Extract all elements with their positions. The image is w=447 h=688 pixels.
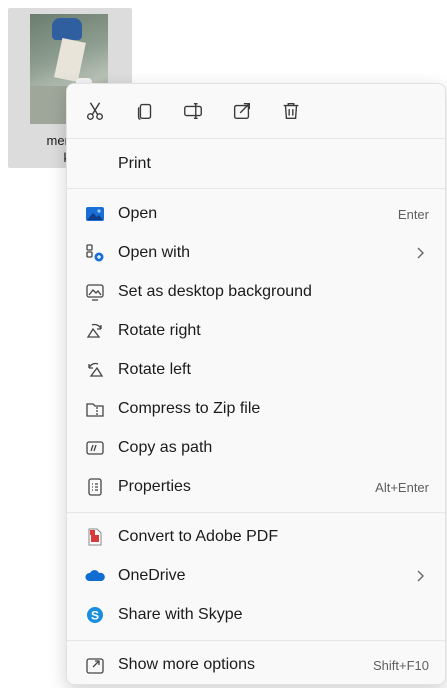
shortcut-text: Shift+F10 (372, 658, 429, 673)
separator (67, 188, 445, 189)
delete-button[interactable] (278, 98, 304, 124)
rename-icon (184, 102, 202, 120)
menu-item-show-more-options[interactable]: Show more options Shift+F10 (73, 647, 439, 683)
rotate-right-icon (85, 321, 105, 341)
menu-item-share-with-skype[interactable]: S Share with Skype (73, 597, 439, 633)
properties-icon (85, 477, 105, 497)
separator (67, 640, 445, 641)
menu-item-copy-as-path[interactable]: Copy as path (73, 430, 439, 466)
menu-item-label: Set as desktop background (118, 283, 312, 300)
menu-item-label: OneDrive (118, 567, 186, 584)
share-icon (233, 102, 251, 120)
menu-item-label: Copy as path (118, 439, 213, 456)
skype-icon: S (85, 605, 105, 625)
share-button[interactable] (229, 98, 255, 124)
menu-item-label: Rotate left (118, 361, 191, 378)
chevron-right-icon (417, 247, 424, 259)
menu-item-convert-adobe-pdf[interactable]: Convert to Adobe PDF (73, 519, 439, 555)
adobe-pdf-icon (85, 527, 105, 547)
copy-icon (137, 103, 152, 120)
separator (67, 138, 445, 139)
menu-item-onedrive[interactable]: OneDrive (73, 558, 439, 594)
zip-icon (85, 399, 105, 419)
onedrive-icon (85, 566, 105, 586)
menu-item-label: Share with Skype (118, 606, 243, 623)
open-with-icon (85, 243, 105, 263)
menu-item-label: Convert to Adobe PDF (118, 528, 279, 545)
menu-item-set-desktop-background[interactable]: Set as desktop background (73, 274, 439, 310)
menu-item-rotate-left[interactable]: Rotate left (73, 352, 439, 388)
menu-item-compress-zip[interactable]: Compress to Zip file (73, 391, 439, 427)
menu-item-open[interactable]: Open Enter (73, 196, 439, 232)
shortcut-text: Alt+Enter (375, 480, 429, 495)
cut-button[interactable] (82, 98, 108, 124)
delete-icon (283, 102, 299, 120)
menu-item-rotate-right[interactable]: Rotate right (73, 313, 439, 349)
menu-item-print[interactable]: Print (73, 146, 439, 182)
menu-item-label: Compress to Zip file (118, 400, 261, 417)
menu-item-label: Properties (118, 478, 191, 495)
photos-icon (85, 204, 105, 224)
separator (67, 512, 445, 513)
svg-text:S: S (91, 609, 99, 623)
menu-item-label: Open with (118, 244, 191, 261)
menu-item-properties[interactable]: Properties Alt+Enter (73, 469, 439, 505)
shortcut-text: Enter (397, 207, 429, 222)
context-menu: Print Open Enter Open with Set as deskto… (66, 83, 446, 685)
rotate-left-icon (85, 360, 105, 380)
desktop-background-icon (85, 282, 105, 302)
more-options-icon (85, 655, 105, 675)
chevron-right-icon (417, 570, 424, 582)
copy-path-icon (85, 438, 105, 458)
copy-button[interactable] (132, 98, 158, 124)
quick-actions-bar (67, 84, 445, 136)
menu-item-label: Show more options (118, 656, 255, 673)
rename-button[interactable] (180, 98, 206, 124)
menu-item-label: Open (118, 205, 158, 222)
menu-item-open-with[interactable]: Open with (73, 235, 439, 271)
menu-item-label: Rotate right (118, 322, 201, 339)
menu-item-label: Print (118, 155, 151, 172)
cut-icon (86, 102, 104, 120)
